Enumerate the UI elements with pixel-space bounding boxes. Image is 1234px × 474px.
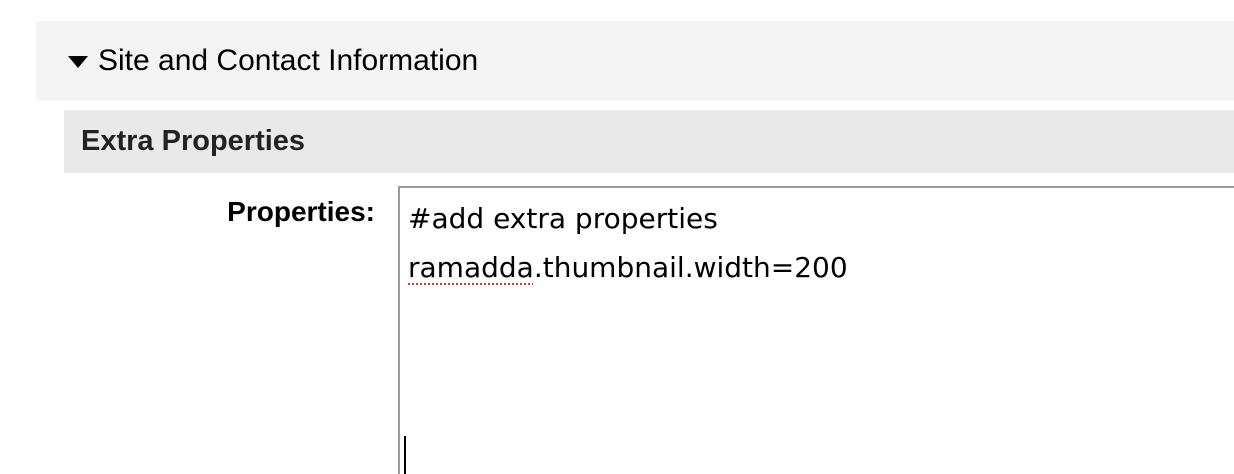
properties-label: Properties: — [227, 196, 375, 227]
subsection-header: Extra Properties — [64, 110, 1234, 173]
misspelled-word: ramadda — [408, 251, 534, 284]
text-cursor — [404, 436, 406, 474]
properties-textarea[interactable]: #add extra properties ramadda.thumbnail.… — [398, 186, 1234, 474]
textarea-line: ramadda.thumbnail.width=200 — [408, 251, 848, 284]
triangle-down-icon[interactable] — [68, 56, 88, 68]
subsection-title: Extra Properties — [81, 125, 306, 157]
textarea-line: #add extra properties — [408, 202, 718, 235]
page: Site and Contact Information Extra Prope… — [0, 0, 1234, 474]
textarea-line-rest: .thumbnail.width=200 — [533, 251, 848, 284]
section-title[interactable]: Site and Contact Information — [98, 44, 478, 78]
section-toggle-site-contact[interactable]: Site and Contact Information — [36, 21, 1234, 101]
